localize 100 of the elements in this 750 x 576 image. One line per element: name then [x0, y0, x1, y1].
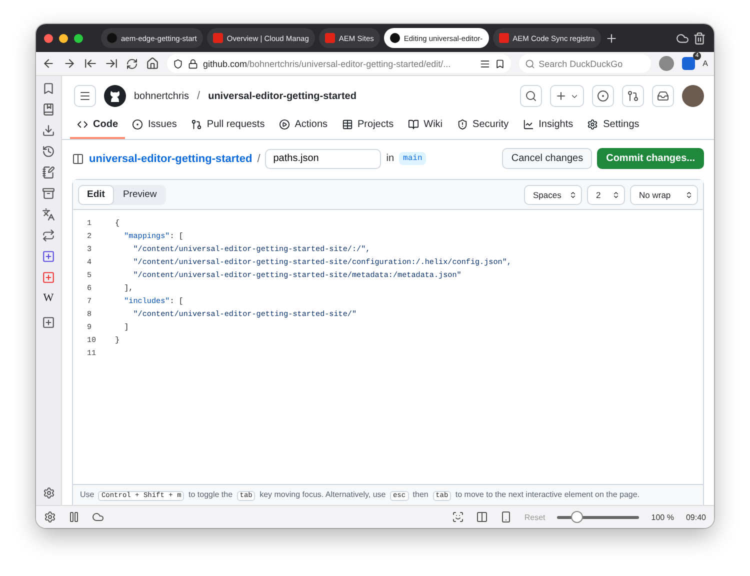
- device-icon[interactable]: [500, 511, 512, 523]
- trash-icon[interactable]: [693, 32, 706, 44]
- repo-tab[interactable]: Wiki: [400, 113, 450, 139]
- issues-button[interactable]: [592, 85, 614, 107]
- caret-icon: [569, 190, 577, 198]
- path-separator: /: [197, 90, 200, 102]
- back-icon[interactable]: [42, 57, 55, 70]
- reader-icon[interactable]: [480, 58, 490, 68]
- option-select[interactable]: Spaces: [524, 184, 582, 204]
- editor-tab[interactable]: Preview: [114, 184, 166, 204]
- clock: 09:40: [686, 512, 706, 522]
- repo-tab[interactable]: Pull requests: [184, 113, 272, 139]
- github-icon: [107, 33, 117, 43]
- bookmark-icon[interactable]: [494, 58, 505, 68]
- option-select[interactable]: No wrap: [630, 184, 698, 204]
- repo-tab[interactable]: Security: [450, 113, 516, 139]
- search-field[interactable]: Search DuckDuckGo: [518, 54, 651, 73]
- repo-tab[interactable]: Insights: [516, 113, 580, 139]
- book-icon: [408, 119, 419, 130]
- github-icon: [104, 85, 126, 107]
- profile-icon[interactable]: [658, 56, 674, 71]
- filename-field[interactable]: paths.json: [265, 148, 382, 168]
- option-select[interactable]: 2: [587, 184, 625, 204]
- close-button[interactable]: [44, 34, 53, 42]
- in-label: in: [386, 153, 394, 164]
- download-icon[interactable]: [42, 124, 55, 137]
- minimize-button[interactable]: [59, 34, 68, 42]
- zoom-reading: 100 %: [651, 512, 674, 522]
- reload-icon[interactable]: [126, 58, 138, 70]
- pause-icon[interactable]: [68, 511, 80, 523]
- pull-request-icon: [190, 119, 202, 130]
- repo-tab[interactable]: Settings: [580, 113, 646, 139]
- extension-icon[interactable]: [682, 57, 695, 70]
- cloud-icon[interactable]: [92, 511, 104, 523]
- owner-link[interactable]: bohnertchris: [134, 90, 190, 102]
- sync-icon[interactable]: [42, 229, 55, 242]
- shield-icon: [456, 119, 468, 130]
- settings-icon[interactable]: [42, 487, 54, 499]
- book-icon[interactable]: [42, 103, 55, 116]
- github-icon: [390, 33, 400, 43]
- pull-request-icon: [627, 90, 639, 102]
- square-icon[interactable]: [42, 250, 55, 263]
- repo-link[interactable]: universal-editor-getting-started: [208, 90, 356, 102]
- address-field[interactable]: github.com/bohnertchris/universal-editor-getting-started/edit/...: [167, 54, 511, 73]
- editor-tab[interactable]: Edit: [78, 184, 114, 204]
- bookmark-icon[interactable]: [42, 82, 55, 95]
- plus-icon: [555, 90, 567, 102]
- issue-icon: [132, 119, 143, 130]
- table-icon: [342, 119, 353, 130]
- repo-tab[interactable]: Projects: [334, 113, 401, 139]
- branch-label: main: [399, 152, 426, 165]
- path-separator: /: [257, 152, 260, 164]
- cancel-button[interactable]: Cancel changes: [502, 148, 592, 169]
- create-button[interactable]: [550, 85, 584, 107]
- notes-icon[interactable]: [42, 166, 55, 179]
- repo-tab[interactable]: Code: [70, 113, 125, 139]
- cloud-icon[interactable]: [676, 32, 689, 44]
- home-icon[interactable]: [146, 57, 159, 70]
- settings-icon: [587, 119, 598, 130]
- zoom-thumb[interactable]: [571, 511, 584, 523]
- add-icon[interactable]: [42, 316, 55, 329]
- square-icon[interactable]: [42, 271, 55, 284]
- fast-forward-icon[interactable]: [105, 57, 118, 70]
- settings-icon[interactable]: [44, 511, 56, 523]
- search-icon: [524, 58, 535, 68]
- translate-icon[interactable]: [42, 208, 55, 221]
- play-icon: [278, 119, 290, 130]
- caret-icon: [612, 190, 620, 198]
- history-icon[interactable]: [42, 145, 55, 158]
- repo-tab[interactable]: Issues: [125, 113, 184, 139]
- repo-link[interactable]: universal-editor-getting-started: [89, 152, 252, 164]
- inbox-button[interactable]: [652, 85, 674, 107]
- new-tab-icon[interactable]: [604, 32, 618, 44]
- code-icon: [77, 119, 88, 130]
- capture-icon[interactable]: [452, 511, 464, 523]
- issue-icon: [597, 90, 609, 102]
- inbox-icon: [657, 90, 669, 102]
- search-button[interactable]: [520, 85, 542, 107]
- adobe-icon: [212, 33, 223, 43]
- menu-button[interactable]: [74, 85, 96, 107]
- maximize-button[interactable]: [74, 34, 83, 42]
- lock-icon: [188, 58, 198, 68]
- graph-icon: [522, 119, 534, 130]
- search-icon: [525, 90, 537, 102]
- avatar[interactable]: [682, 85, 704, 107]
- zoom-slider[interactable]: [557, 511, 640, 523]
- forward-icon[interactable]: [63, 57, 76, 70]
- tiling-icon[interactable]: [476, 511, 488, 523]
- rewind-icon[interactable]: [84, 57, 97, 70]
- file-tree-icon[interactable]: [72, 152, 84, 164]
- caret-icon: [685, 190, 693, 198]
- reader-button[interactable]: A: [702, 59, 708, 68]
- wiki-button[interactable]: W: [43, 292, 54, 308]
- shield-icon: [173, 58, 183, 68]
- commit-button[interactable]: Commit changes...: [597, 148, 704, 169]
- menu-icon: [79, 90, 91, 102]
- adobe-icon: [324, 33, 335, 43]
- repo-tab[interactable]: Actions: [272, 113, 335, 139]
- pull-requests-button[interactable]: [622, 85, 644, 107]
- adobe-icon: [498, 33, 509, 43]
